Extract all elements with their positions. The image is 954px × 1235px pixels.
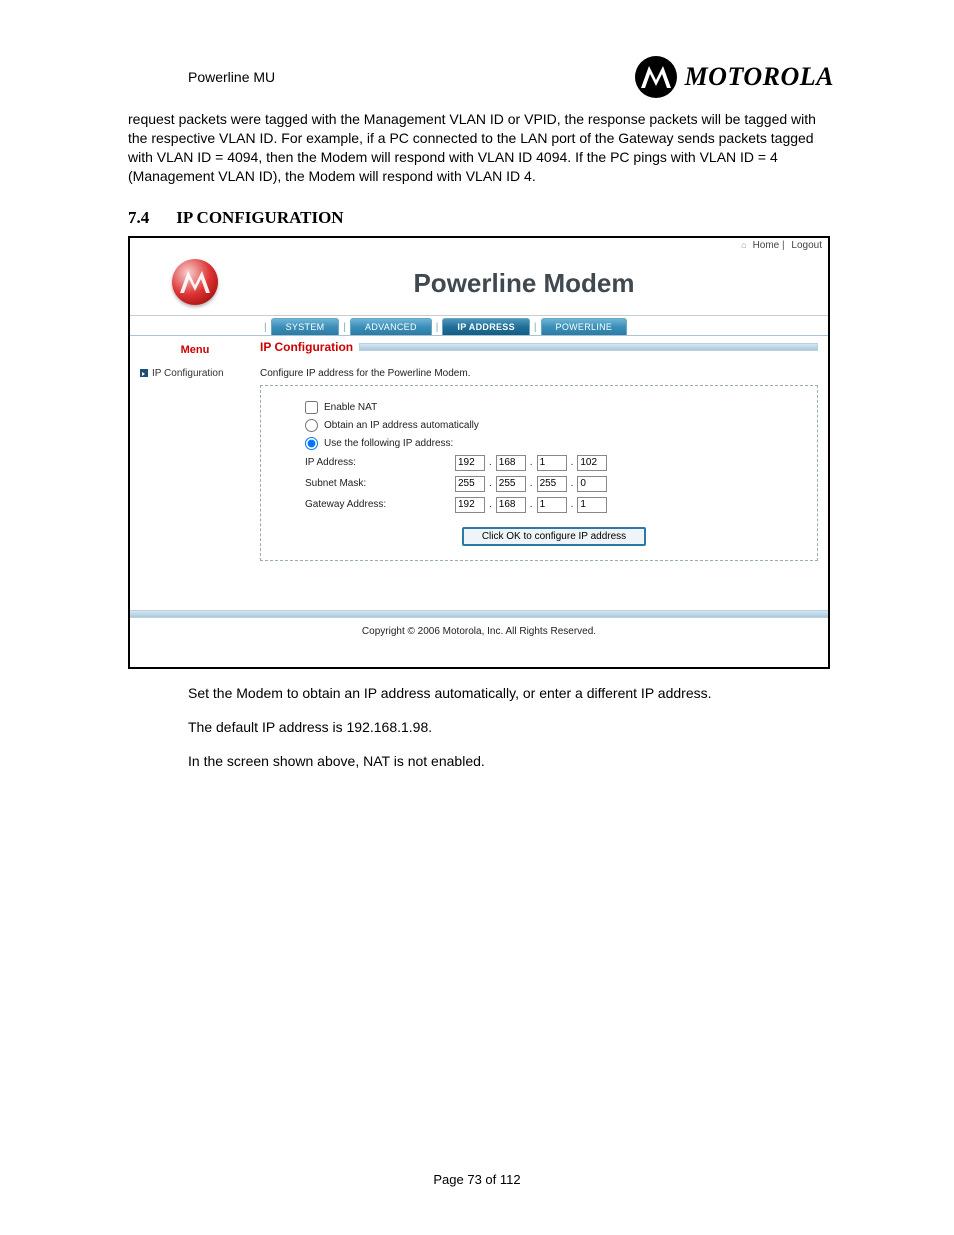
tab-advanced[interactable]: ADVANCED xyxy=(350,318,432,335)
doc-title: Powerline MU xyxy=(128,69,275,85)
panel-description: Configure IP address for the Powerline M… xyxy=(260,368,818,379)
gw-octet-2[interactable] xyxy=(496,497,526,513)
config-box: Enable NAT Obtain an IP address automati… xyxy=(260,385,818,561)
mask-octet-4[interactable] xyxy=(577,476,607,492)
motorola-logo-icon xyxy=(635,56,677,98)
footer-bar xyxy=(130,610,828,618)
intro-paragraph: request packets were tagged with the Man… xyxy=(128,110,834,186)
embedded-screenshot: ⌂ Home | Logout Powerline Modem | SYSTEM… xyxy=(128,236,830,669)
brand-text: MOTOROLA xyxy=(685,62,834,92)
copyright: Copyright © 2006 Motorola, Inc. All Righ… xyxy=(130,618,828,667)
mask-octet-2[interactable] xyxy=(496,476,526,492)
home-icon: ⌂ xyxy=(741,240,746,251)
obtain-auto-label: Obtain an IP address automatically xyxy=(324,420,479,431)
gw-octet-3[interactable] xyxy=(537,497,567,513)
gw-octet-4[interactable] xyxy=(577,497,607,513)
top-links: ⌂ Home | Logout xyxy=(130,238,828,253)
use-following-radio[interactable] xyxy=(305,437,318,450)
panel-title: IP Configuration xyxy=(260,340,353,354)
menu-heading: Menu xyxy=(136,340,254,366)
after-para-2: The default IP address is 192.168.1.98. xyxy=(128,717,834,737)
tab-ip-address[interactable]: IP ADDRESS xyxy=(442,318,530,335)
ip-octet-4[interactable] xyxy=(577,455,607,471)
mask-octet-3[interactable] xyxy=(537,476,567,492)
home-link[interactable]: Home xyxy=(753,240,780,251)
subnet-mask-label: Subnet Mask: xyxy=(305,478,455,489)
app-header: Powerline Modem xyxy=(130,253,828,316)
use-following-label: Use the following IP address: xyxy=(324,438,453,449)
gateway-address-label: Gateway Address: xyxy=(305,499,455,510)
mask-octet-1[interactable] xyxy=(455,476,485,492)
ip-address-label: IP Address: xyxy=(305,457,455,468)
app-title: Powerline Modem xyxy=(260,268,828,299)
sidebar: Menu IP Configuration xyxy=(130,336,260,596)
logout-link[interactable]: Logout xyxy=(791,240,822,251)
document-header: Powerline MU MOTOROLA xyxy=(128,56,834,98)
ip-octet-1[interactable] xyxy=(455,455,485,471)
section-heading: 7.4 IP CONFIGURATION xyxy=(128,208,834,228)
after-para-1: Set the Modem to obtain an IP address au… xyxy=(128,683,834,703)
menu-bullet-icon xyxy=(140,369,148,377)
enable-nat-checkbox[interactable] xyxy=(305,401,318,414)
section-number: 7.4 xyxy=(128,208,172,228)
sidebar-item-ip-configuration[interactable]: IP Configuration xyxy=(136,366,254,381)
enable-nat-label: Enable NAT xyxy=(324,402,377,413)
tab-bar: | SYSTEM | ADVANCED | IP ADDRESS | POWER… xyxy=(130,316,828,336)
obtain-auto-radio[interactable] xyxy=(305,419,318,432)
ok-button[interactable]: Click OK to configure IP address xyxy=(462,527,646,546)
ip-octet-2[interactable] xyxy=(496,455,526,471)
page-number: Page 73 of 112 xyxy=(0,1172,954,1187)
panel-title-bar xyxy=(359,343,818,351)
section-title: IP CONFIGURATION xyxy=(176,208,343,227)
tab-powerline[interactable]: POWERLINE xyxy=(541,318,628,335)
gw-octet-1[interactable] xyxy=(455,497,485,513)
brand: MOTOROLA xyxy=(635,56,834,98)
tab-system[interactable]: SYSTEM xyxy=(271,318,340,335)
ip-octet-3[interactable] xyxy=(537,455,567,471)
main-panel: IP Configuration Configure IP address fo… xyxy=(260,336,828,596)
app-logo-icon xyxy=(172,259,218,305)
after-para-3: In the screen shown above, NAT is not en… xyxy=(128,751,834,771)
